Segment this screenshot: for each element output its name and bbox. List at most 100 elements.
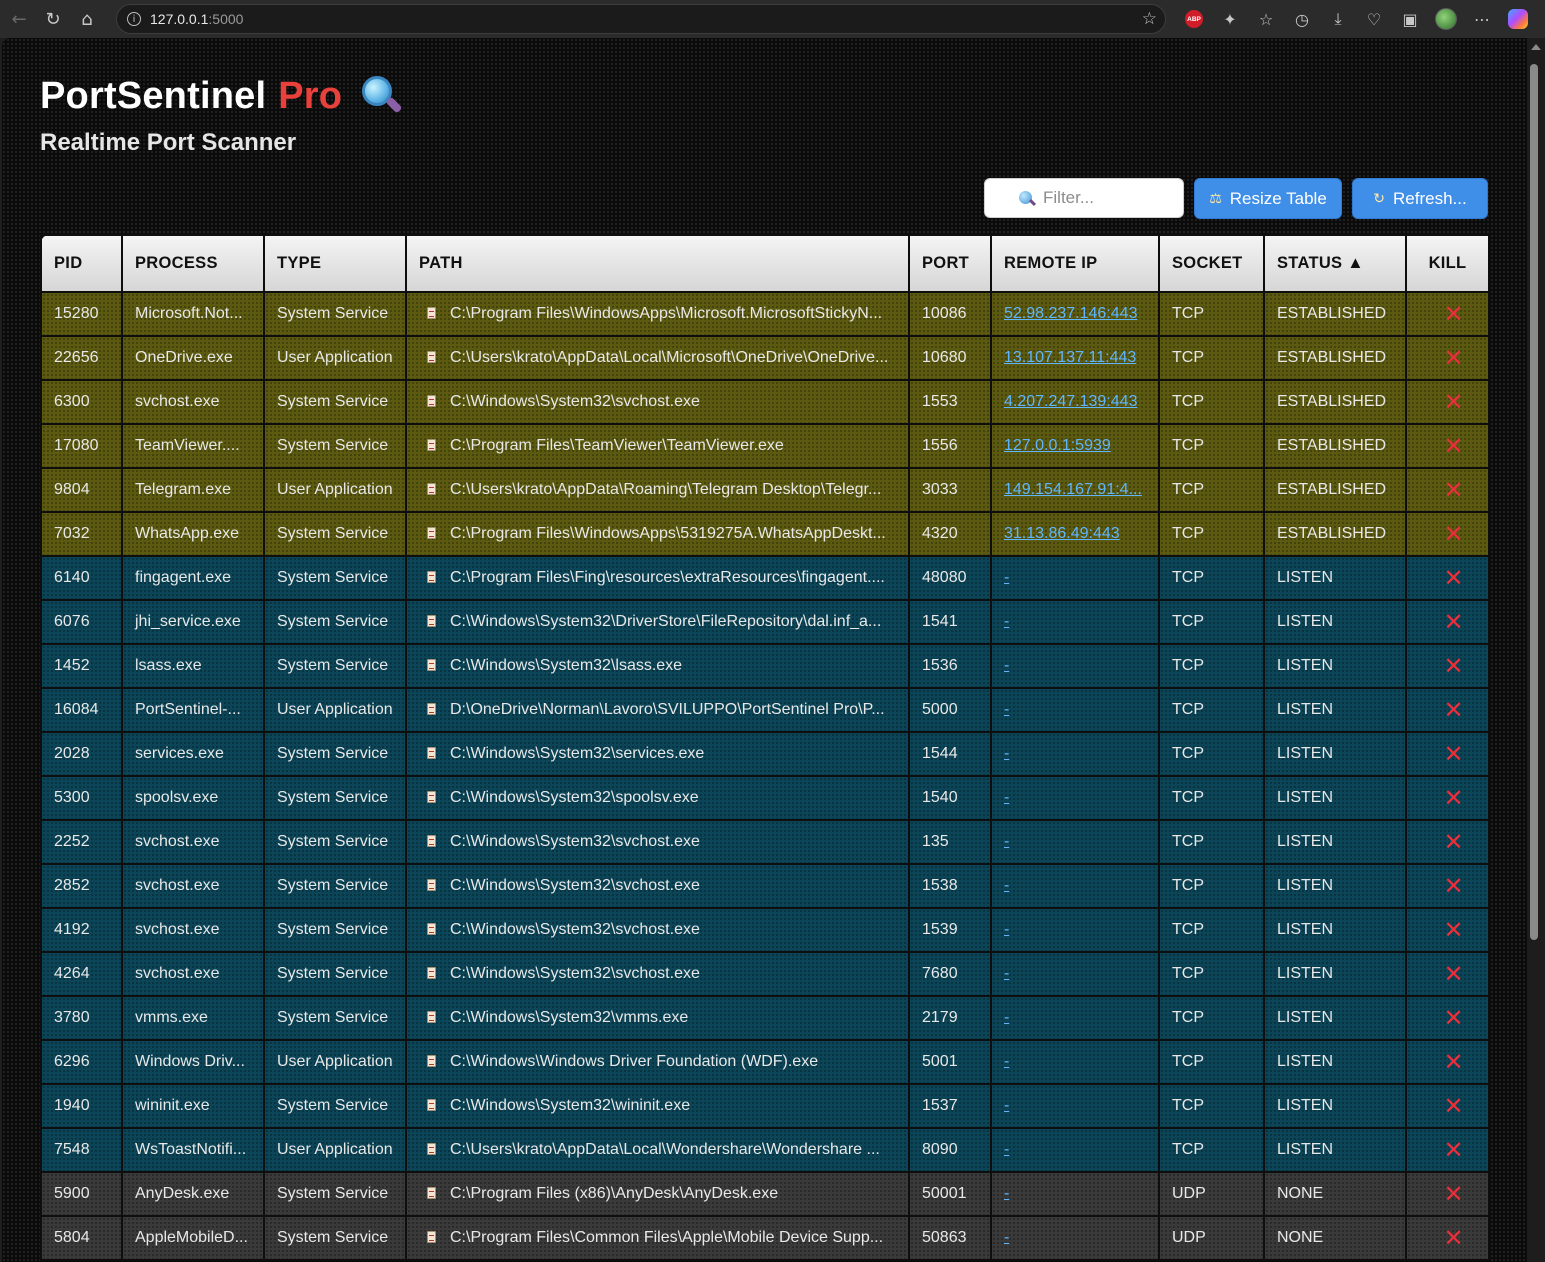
remote-ip-link[interactable]: - (1004, 701, 1009, 718)
kill-process-icon[interactable]: ✕ (1443, 740, 1463, 768)
path-text: C:\Program Files\WindowsApps\5319275A.Wh… (450, 525, 886, 542)
path-text: C:\Program Files\Common Files\Apple\Mobi… (450, 1229, 884, 1246)
column-header-kill[interactable]: KILL (1405, 234, 1490, 293)
back-arrow-icon[interactable]: ← (2, 4, 36, 34)
path-text: D:\OneDrive\Norman\Lavoro\SVILUPPO\PortS… (450, 701, 885, 718)
remote-ip-link[interactable]: - (1004, 657, 1009, 674)
remote-ip-link[interactable]: 4.207.247.139:443 (1004, 393, 1137, 410)
cell-kill: ✕ (1405, 907, 1490, 953)
remote-ip-link[interactable]: - (1004, 833, 1009, 850)
kill-process-icon[interactable]: ✕ (1443, 1136, 1463, 1164)
downloads-icon[interactable]: ⤓ (1320, 4, 1356, 34)
history-icon[interactable]: ◷ (1284, 4, 1320, 34)
favorite-star-icon[interactable]: ☆ (1142, 9, 1157, 29)
cell-type: System Service (263, 511, 407, 557)
kill-process-icon[interactable]: ✕ (1443, 344, 1463, 372)
remote-ip-link[interactable]: - (1004, 1141, 1009, 1158)
scroll-up-arrow-icon[interactable] (1531, 44, 1541, 50)
remote-ip-link[interactable]: - (1004, 1053, 1009, 1070)
kill-process-icon[interactable]: ✕ (1443, 608, 1463, 636)
cell-kill: ✕ (1405, 687, 1490, 733)
remote-ip-link[interactable]: 13.107.137.11:443 (1004, 349, 1136, 366)
address-bar[interactable]: i 127.0.0.1:5000 ☆ (116, 4, 1166, 34)
kill-process-icon[interactable]: ✕ (1443, 1092, 1463, 1120)
ports-table: PID PROCESS TYPE PATH PORT REMOTE IP SOC… (40, 234, 1490, 1261)
kill-process-icon[interactable]: ✕ (1443, 1180, 1463, 1208)
remote-ip-link[interactable]: - (1004, 745, 1009, 762)
kill-process-icon[interactable]: ✕ (1443, 1048, 1463, 1076)
kill-process-icon[interactable]: ✕ (1443, 916, 1463, 944)
column-header-pid[interactable]: PID (40, 234, 123, 293)
screenshot-icon[interactable]: ▣ (1392, 4, 1428, 34)
copilot-icon[interactable] (1500, 4, 1536, 34)
cell-kill: ✕ (1405, 1039, 1490, 1085)
remote-ip-link[interactable]: - (1004, 877, 1009, 894)
cell-port: 48080 (908, 555, 992, 601)
cell-pid: 5900 (40, 1171, 123, 1217)
remote-ip-link[interactable]: 149.154.167.91:4... (1004, 481, 1142, 498)
adblock-extension[interactable]: ABP (1176, 4, 1212, 34)
filter-input[interactable] (1043, 188, 1183, 208)
remote-ip-link[interactable]: - (1004, 613, 1009, 630)
kill-process-icon[interactable]: ✕ (1443, 1004, 1463, 1032)
scrollbar-thumb[interactable] (1530, 64, 1538, 940)
column-header-socket[interactable]: SOCKET (1158, 234, 1265, 293)
cell-status: LISTEN (1263, 1039, 1407, 1085)
more-menu-icon[interactable]: ⋯ (1464, 4, 1500, 34)
remote-ip-link[interactable]: - (1004, 789, 1009, 806)
site-info-icon[interactable]: i (127, 12, 141, 26)
column-header-remote-ip[interactable]: REMOTE IP (990, 234, 1160, 293)
cell-port: 5001 (908, 1039, 992, 1085)
kill-process-icon[interactable]: ✕ (1443, 784, 1463, 812)
path-text: C:\Windows\System32\vmms.exe (450, 1009, 689, 1026)
performance-heart-icon[interactable]: ♡ (1356, 4, 1392, 34)
cell-process: svchost.exe (121, 819, 265, 865)
kill-process-icon[interactable]: ✕ (1443, 476, 1463, 504)
remote-ip-link[interactable]: - (1004, 1185, 1009, 1202)
cell-status: ESTABLISHED (1263, 511, 1407, 557)
extensions-puzzle-icon[interactable]: ✦ (1212, 4, 1248, 34)
kill-process-icon[interactable]: ✕ (1443, 828, 1463, 856)
kill-process-icon[interactable]: ✕ (1443, 432, 1463, 460)
cell-socket: UDP (1158, 1171, 1265, 1217)
refresh-button[interactable]: ↻ Refresh... (1352, 178, 1488, 219)
kill-process-icon[interactable]: ✕ (1443, 872, 1463, 900)
file-icon (427, 307, 436, 319)
column-header-status[interactable]: STATUS ▲ (1263, 234, 1407, 293)
kill-process-icon[interactable]: ✕ (1443, 388, 1463, 416)
resize-table-button[interactable]: ⚖ Resize Table (1194, 178, 1342, 219)
url-text[interactable]: 127.0.0.1:5000 (150, 11, 243, 27)
kill-process-icon[interactable]: ✕ (1443, 1224, 1463, 1252)
column-header-port[interactable]: PORT (908, 234, 992, 293)
remote-ip-link[interactable]: - (1004, 965, 1009, 982)
cell-type: System Service (263, 379, 407, 425)
home-icon[interactable]: ⌂ (70, 4, 104, 34)
filter-box[interactable] (984, 178, 1184, 218)
column-header-type[interactable]: TYPE (263, 234, 407, 293)
remote-ip-link[interactable]: 127.0.0.1:5939 (1004, 437, 1111, 454)
kill-process-icon[interactable]: ✕ (1443, 696, 1463, 724)
kill-process-icon[interactable]: ✕ (1443, 300, 1463, 328)
cell-socket: TCP (1158, 907, 1265, 953)
column-header-path[interactable]: PATH (405, 234, 910, 293)
profile-avatar[interactable] (1428, 4, 1464, 34)
cell-pid: 2252 (40, 819, 123, 865)
remote-ip-link[interactable]: - (1004, 921, 1009, 938)
cell-port: 8090 (908, 1127, 992, 1173)
kill-process-icon[interactable]: ✕ (1443, 520, 1463, 548)
vertical-scrollbar[interactable] (1527, 38, 1545, 1262)
kill-process-icon[interactable]: ✕ (1443, 564, 1463, 592)
table-row: 7032 WhatsApp.exe System Service C:\Program… (40, 511, 1490, 557)
remote-ip-link[interactable]: 52.98.237.146:443 (1004, 305, 1137, 322)
column-header-process[interactable]: PROCESS (121, 234, 265, 293)
favorites-icon[interactable]: ☆ (1248, 4, 1284, 34)
reload-icon[interactable]: ↻ (36, 4, 70, 34)
remote-ip-link[interactable]: - (1004, 569, 1009, 586)
remote-ip-link[interactable]: - (1004, 1097, 1009, 1114)
cell-status: NONE (1263, 1215, 1407, 1261)
remote-ip-link[interactable]: - (1004, 1229, 1009, 1246)
kill-process-icon[interactable]: ✕ (1443, 960, 1463, 988)
remote-ip-link[interactable]: 31.13.86.49:443 (1004, 525, 1120, 542)
remote-ip-link[interactable]: - (1004, 1009, 1009, 1026)
kill-process-icon[interactable]: ✕ (1443, 652, 1463, 680)
